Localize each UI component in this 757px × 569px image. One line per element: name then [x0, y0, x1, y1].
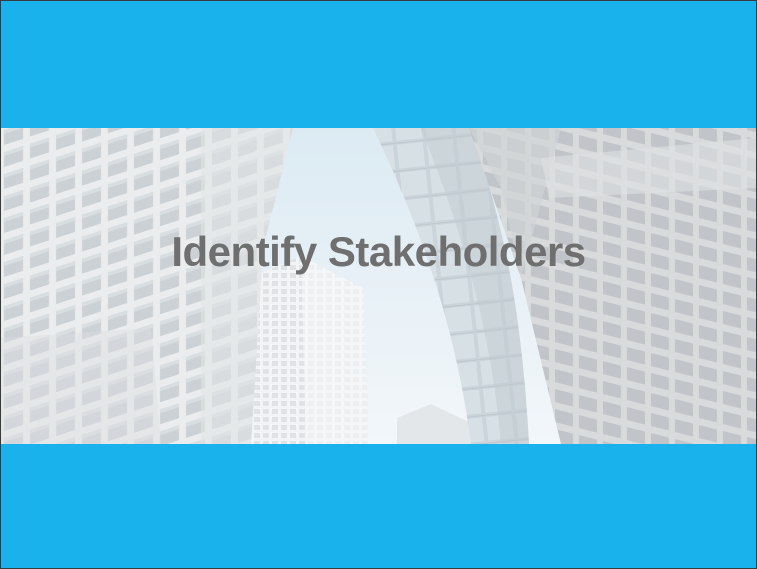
slide: Identify Stakeholders [0, 0, 757, 569]
skyscrapers-photo-band [1, 128, 756, 444]
slide-title: Identify Stakeholders [171, 228, 586, 275]
skyscrapers-looking-up-image [1, 128, 756, 444]
